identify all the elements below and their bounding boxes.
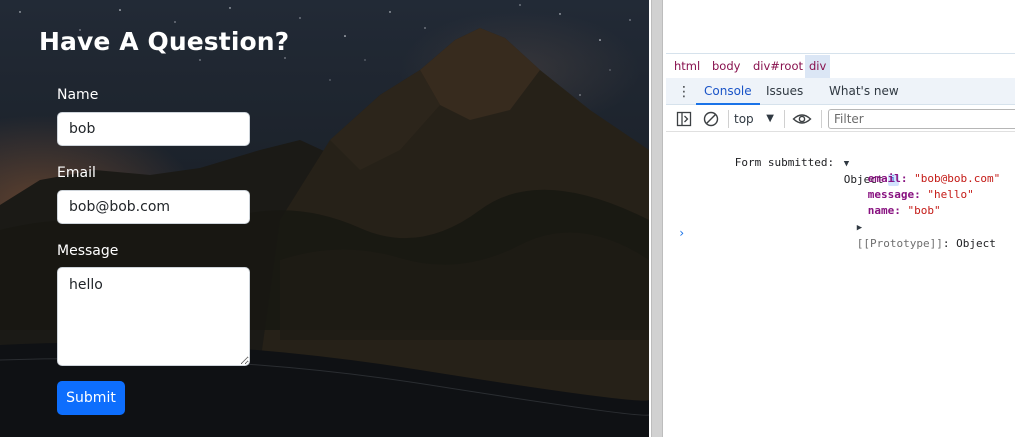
breadcrumb-body[interactable]: body	[708, 55, 744, 78]
console-filter-input[interactable]	[828, 109, 1015, 129]
breadcrumb-div[interactable]: div	[805, 55, 831, 78]
tab-whats-new[interactable]: What's new	[829, 78, 899, 105]
tab-console[interactable]: Console	[696, 78, 760, 105]
splitter-handle[interactable]	[651, 0, 663, 437]
context-value: top	[734, 112, 754, 126]
breadcrumb: html body div#root div	[666, 55, 1015, 78]
collapsed-triangle-icon: ▶	[856, 223, 863, 233]
chevron-down-icon: ▼	[766, 113, 774, 124]
tab-issues[interactable]: Issues	[766, 78, 803, 105]
submit-button[interactable]: Submit	[57, 381, 125, 415]
name-input[interactable]	[57, 112, 250, 146]
more-options-icon[interactable]: ⋮	[674, 82, 694, 102]
object-property: message: "hello"	[867, 188, 974, 201]
console-prompt-icon[interactable]: ›	[678, 226, 685, 240]
toolbar-divider	[784, 110, 785, 128]
toolbar-divider	[821, 110, 822, 128]
context-select[interactable]: top ▼	[734, 109, 778, 129]
drawer-tabs: ⋮ Console Issues What's new	[666, 78, 1015, 105]
object-property: email: "bob@bob.com"	[867, 172, 1001, 185]
contact-page: Have A Question? Name Email Message hell…	[0, 0, 649, 437]
prototype-value: Object	[956, 237, 996, 250]
message-label: Message	[57, 243, 119, 259]
object-expander[interactable]: ▼ Object i	[804, 139, 899, 186]
sidebar-toggle-icon[interactable]	[674, 109, 694, 129]
console-toolbar: top ▼	[666, 105, 1015, 132]
message-textarea[interactable]: hello	[57, 267, 250, 366]
live-expression-eye-icon[interactable]	[792, 109, 812, 129]
contact-form: Have A Question? Name Email Message hell…	[0, 0, 649, 437]
email-label: Email	[57, 165, 96, 181]
devtools-splitter[interactable]	[649, 0, 666, 437]
email-input[interactable]	[57, 190, 250, 224]
breadcrumb-html[interactable]: html	[670, 55, 704, 78]
console-output: Form submitted: ▼ Object i email: "bob@bo…	[666, 133, 1015, 437]
devtools-panel: html body div#root div ⋮ Console Issues …	[666, 0, 1015, 437]
toolbar-divider	[728, 110, 729, 128]
prototype-key: [[Prototype]]	[856, 237, 943, 250]
form-title: Have A Question?	[39, 27, 290, 56]
object-property: name: "bob"	[867, 204, 941, 217]
name-label: Name	[57, 87, 99, 103]
elements-area	[666, 0, 1015, 54]
clear-console-icon[interactable]	[701, 109, 721, 129]
breadcrumb-div-root[interactable]: div#root	[749, 55, 807, 78]
prototype-expander[interactable]: ▶ [[Prototype]]: Object	[817, 203, 996, 250]
